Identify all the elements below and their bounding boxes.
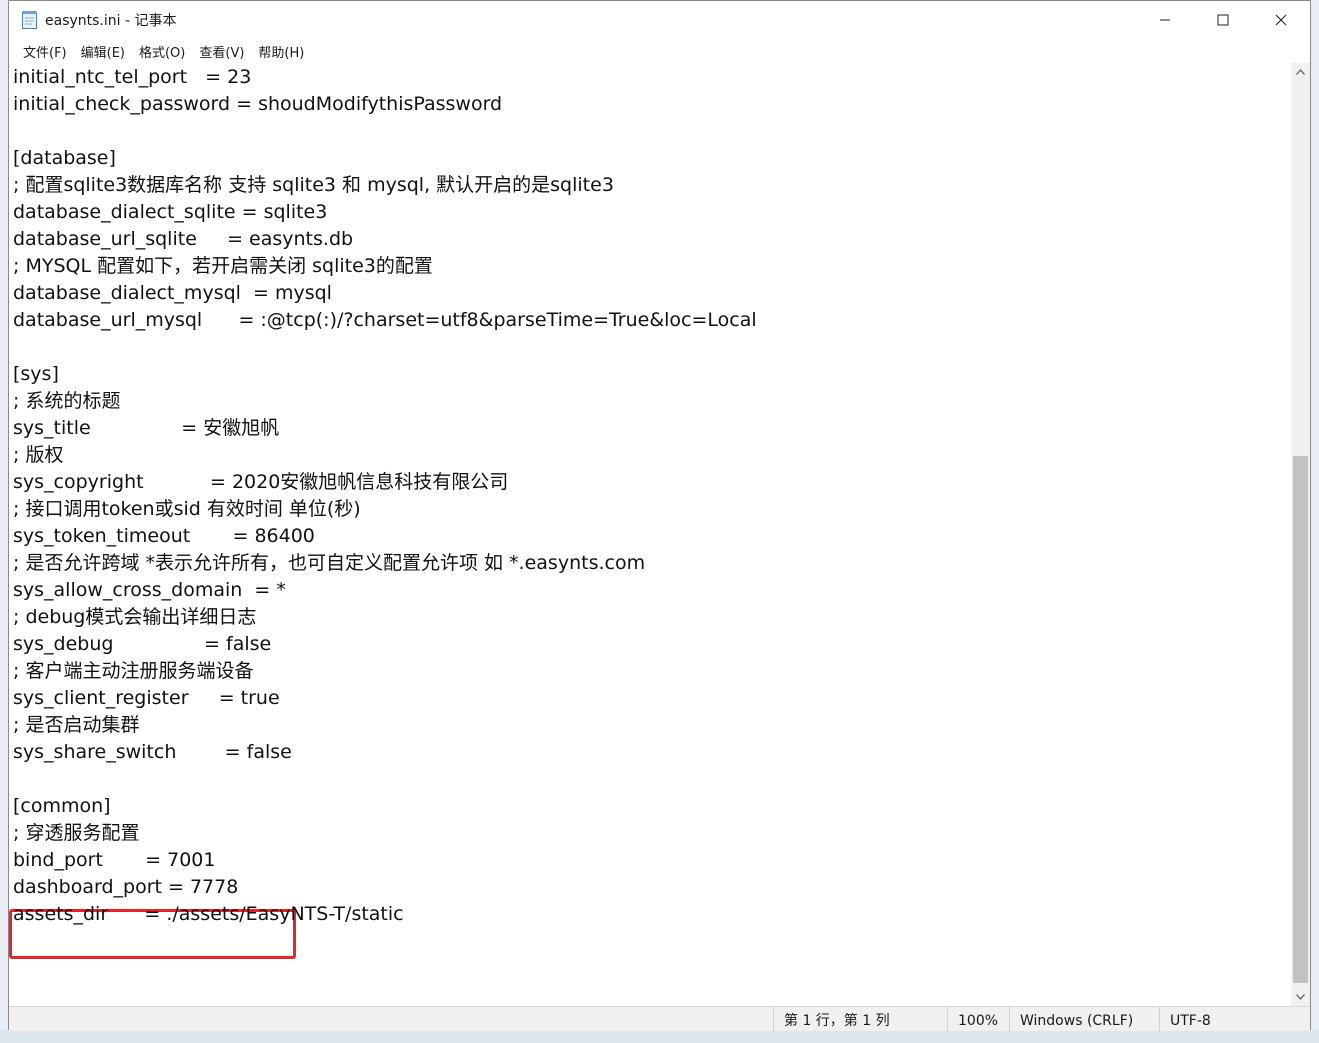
text-line: ; 是否允许跨域 *表示允许所有，也可自定义配置允许项 如 *.easynts.…	[13, 552, 646, 574]
text-line: sys_client_register = true	[13, 687, 280, 709]
text-line: sys_share_switch = false	[13, 741, 292, 763]
text-line: initial_ntc_tel_port = 23	[13, 66, 252, 88]
scroll-up-button[interactable]	[1291, 63, 1310, 81]
window-title: easynts.ini - 记事本	[45, 13, 177, 29]
text-line: sys_copyright = 2020安徽旭帆信息科技有限公司	[13, 471, 509, 493]
notepad-window: easynts.ini - 记事本 文件(F) 编辑(E) 格式(O) 查看(V…	[8, 0, 1311, 1032]
menu-format[interactable]: 格式(O)	[132, 40, 192, 63]
background-window-edge	[0, 0, 8, 1043]
text-line: database_url_sqlite = easynts.db	[13, 228, 354, 250]
text-line: database_dialect_sqlite = sqlite3	[13, 201, 328, 223]
minimize-icon	[1160, 19, 1170, 21]
text-line: database_url_mysql = :@tcp(:)/?charset=u…	[13, 309, 757, 331]
text-line: ; 接口调用token或sid 有效时间 单位(秒)	[13, 498, 361, 520]
status-line-ending: Windows (CRLF)	[1009, 1007, 1159, 1032]
window-controls	[1136, 1, 1310, 39]
text-line: ; debug模式会输出详细日志	[13, 606, 257, 628]
text-line: sys_debug = false	[13, 633, 272, 655]
text-line: ; MYSQL 配置如下，若开启需关闭 sqlite3的配置	[13, 255, 433, 277]
menu-edit[interactable]: 编辑(E)	[74, 40, 132, 63]
status-encoding: UTF-8	[1159, 1007, 1292, 1032]
close-icon	[1275, 14, 1287, 26]
text-line: [common]	[13, 795, 111, 817]
background-window-edge-right	[1311, 0, 1319, 1043]
status-cursor-position: 第 1 行，第 1 列	[773, 1007, 947, 1032]
text-line: [database]	[13, 147, 116, 169]
text-line: assets_dir = ./assets/EasyNTS-T/static	[13, 903, 404, 925]
text-line: [sys]	[13, 363, 59, 385]
text-line: bind_port = 7001	[13, 849, 216, 871]
text-line: ; 系统的标题	[13, 390, 121, 412]
text-line: ; 穿透服务配置	[13, 822, 140, 844]
text-line: sys_title = 安徽旭帆	[13, 417, 280, 439]
menu-view[interactable]: 查看(V)	[192, 40, 251, 63]
text-line: ; 客户端主动注册服务端设备	[13, 660, 254, 682]
text-line: ; 配置sqlite3数据库名称 支持 sqlite3 和 mysql, 默认开…	[13, 174, 614, 196]
text-line: ; 版权	[13, 444, 64, 466]
maximize-button[interactable]	[1194, 1, 1252, 39]
chevron-up-icon	[1296, 69, 1305, 75]
text-line: sys_token_timeout = 86400	[13, 525, 315, 547]
menu-bar: 文件(F) 编辑(E) 格式(O) 查看(V) 帮助(H)	[9, 39, 1310, 63]
scroll-down-button[interactable]	[1291, 988, 1310, 1006]
text-line: ; 是否启动集群	[13, 714, 140, 736]
notepad-icon	[21, 10, 39, 30]
text-line: dashboard_port = 7778	[13, 876, 239, 898]
scroll-thumb[interactable]	[1293, 456, 1308, 983]
status-bar: 第 1 行，第 1 列 100% Windows (CRLF) UTF-8	[9, 1006, 1310, 1032]
vertical-scrollbar[interactable]	[1291, 63, 1310, 1006]
text-editor[interactable]: initial_ntc_tel_port = 23 initial_check_p…	[9, 63, 1292, 1006]
title-bar[interactable]: easynts.ini - 记事本	[9, 1, 1310, 39]
status-zoom: 100%	[947, 1007, 1009, 1032]
menu-help[interactable]: 帮助(H)	[251, 40, 311, 63]
maximize-icon	[1217, 14, 1229, 26]
text-line: database_dialect_mysql = mysql	[13, 282, 332, 304]
minimize-button[interactable]	[1136, 1, 1194, 39]
text-line: initial_check_password = shoudModifythis…	[13, 93, 503, 115]
close-button[interactable]	[1252, 1, 1310, 39]
menu-file[interactable]: 文件(F)	[16, 40, 74, 63]
chevron-down-icon	[1296, 994, 1305, 1000]
text-line: sys_allow_cross_domain = *	[13, 579, 286, 601]
